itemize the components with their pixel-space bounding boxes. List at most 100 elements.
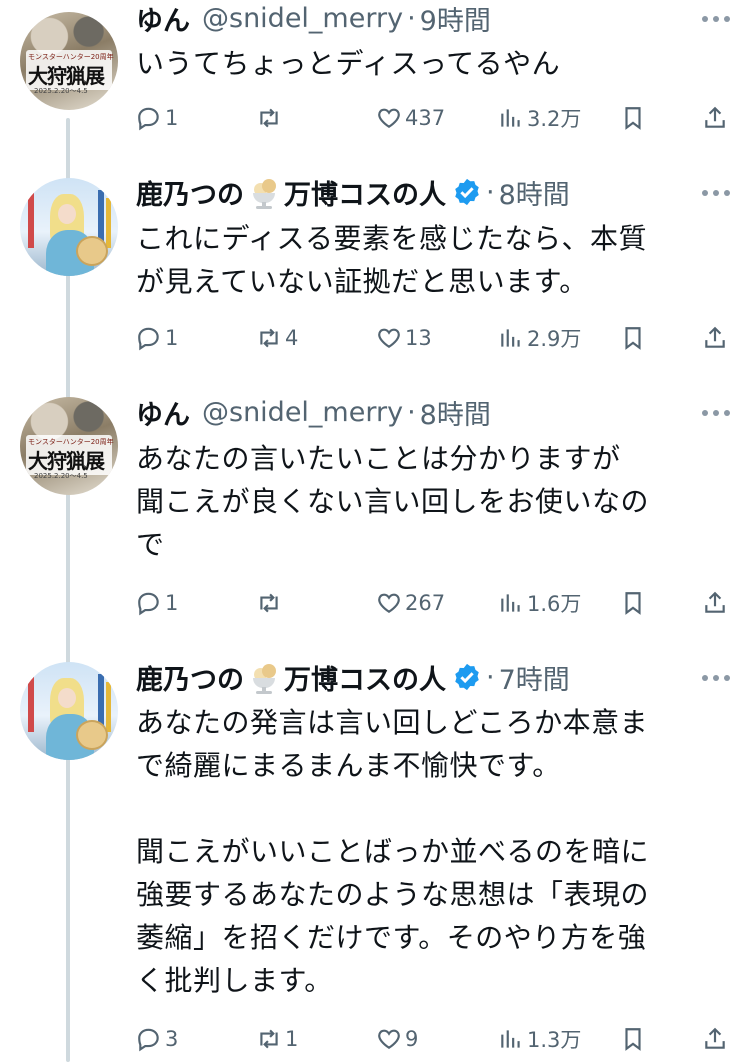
retweet-button[interactable]: 4 (256, 321, 298, 355)
retweet-icon (260, 108, 278, 128)
heart-icon (378, 1029, 400, 1049)
bookmark-icon (625, 592, 641, 615)
heart-icon (378, 593, 400, 613)
reply-button[interactable]: 1 (136, 586, 178, 620)
timestamp[interactable]: 8時間 (420, 393, 491, 432)
view-count: 3.2万 (527, 107, 582, 131)
bookmark-icon (625, 1028, 641, 1051)
flag-pole (28, 188, 34, 248)
tweet-text: あなたの発言は言い回しどころか本意ま で綺麗にまるまんま不愉快です。 聞こえがい… (136, 706, 650, 997)
timestamp[interactable]: 7時間 (499, 658, 570, 697)
avatar[interactable] (20, 178, 118, 276)
tweet-actions: 1 437 3.2万 (0, 101, 750, 135)
tweet-actions: 3 1 9 1.3万 (0, 1022, 750, 1056)
retweet-button[interactable] (256, 101, 285, 135)
reply-icon (138, 1028, 159, 1052)
more-options-icon[interactable] (702, 675, 730, 683)
like-button[interactable]: 13 (376, 321, 432, 355)
retweet-count: 4 (285, 326, 299, 350)
timestamp[interactable]: 9時間 (420, 0, 491, 38)
like-button[interactable]: 267 (376, 586, 445, 620)
share-button[interactable] (702, 101, 728, 135)
views-button[interactable]: 1.3万 (498, 1022, 581, 1056)
tweet-header: 鹿乃つの 万博コスの人 · 7時間 (136, 657, 570, 697)
ice-cream-sundae-icon (247, 175, 281, 209)
display-name-suffix[interactable]: 万博コスの人 (284, 173, 446, 212)
reply-count: 1 (165, 106, 179, 130)
avatar[interactable]: モンスターハンター20周年 大狩猟展 2025.2.20〜4.5 (20, 12, 118, 110)
verified-badge-icon (455, 663, 479, 691)
retweet-icon (260, 593, 278, 613)
avatar-face (58, 688, 76, 708)
avatar[interactable]: モンスターハンター20周年 大狩猟展 2025.2.20〜4.5 (20, 397, 118, 495)
more-options-icon[interactable] (702, 16, 730, 24)
views-button[interactable]: 1.6万 (498, 586, 581, 620)
bookmark-button[interactable] (620, 321, 646, 355)
tweet-actions: 1 267 1.6万 (0, 586, 750, 620)
display-name-suffix[interactable]: 万博コスの人 (284, 658, 446, 697)
display-name[interactable]: 鹿乃つの (136, 173, 244, 212)
reply-count: 1 (165, 326, 179, 350)
retweet-button[interactable]: 1 (256, 1022, 298, 1056)
heart-icon (378, 328, 400, 348)
bookmark-button[interactable] (620, 586, 646, 620)
avatar-face (58, 204, 76, 224)
separator-dot: · (486, 176, 495, 208)
views-button[interactable]: 2.9万 (498, 321, 581, 355)
bookmark-button[interactable] (620, 101, 646, 135)
bookmark-icon (625, 327, 641, 350)
user-handle[interactable]: @snidel_merry (202, 3, 403, 34)
reply-icon (138, 592, 159, 616)
like-count: 9 (405, 1027, 419, 1051)
like-button[interactable]: 437 (376, 101, 445, 135)
reply-icon (138, 107, 159, 131)
separator-dot: · (407, 396, 416, 428)
retweet-button[interactable] (256, 586, 285, 620)
reply-button[interactable]: 1 (136, 101, 178, 135)
heart-icon (378, 108, 400, 128)
display-name[interactable]: 鹿乃つの (136, 658, 244, 697)
reply-button[interactable]: 3 (136, 1022, 178, 1056)
reply-count: 1 (165, 591, 179, 615)
tweet-header: ゆん @snidel_merry · 9時間 (136, 0, 491, 38)
reply-count: 3 (165, 1027, 179, 1051)
more-options-icon[interactable] (702, 190, 730, 198)
bookmark-button[interactable] (620, 1022, 646, 1056)
analytics-icon (501, 109, 520, 127)
tweet-actions: 1 4 13 2.9万 (0, 321, 750, 355)
tweet-header: ゆん @snidel_merry · 8時間 (136, 392, 491, 432)
like-count: 267 (405, 591, 446, 615)
avatar-title: 大狩猟展 (28, 64, 105, 88)
more-options-icon[interactable] (702, 410, 730, 418)
avatar[interactable] (20, 662, 118, 760)
views-button[interactable]: 3.2万 (498, 101, 581, 135)
analytics-icon (501, 329, 520, 347)
analytics-icon (501, 1030, 520, 1048)
display-name[interactable]: ゆん (136, 393, 190, 432)
tweet-text: これにディスる要素を感じたなら、本質 が見えていない証拠だと思います。 (136, 222, 648, 298)
bookmark-icon (625, 107, 641, 130)
separator-dot: · (486, 661, 495, 693)
avatar-date: 2025.2.20〜4.5 (34, 87, 88, 95)
reply-button[interactable]: 1 (136, 321, 178, 355)
share-button[interactable] (702, 321, 728, 355)
share-button[interactable] (702, 586, 728, 620)
verified-badge-icon (455, 178, 479, 206)
view-count: 2.9万 (527, 327, 582, 351)
tweet-text: あなたの言いたいことは分かりますが 聞こえが良くない言い回しをお使いなの で (136, 442, 650, 561)
display-name[interactable]: ゆん (136, 0, 190, 38)
like-button[interactable]: 9 (376, 1022, 418, 1056)
share-icon (705, 106, 725, 128)
timestamp[interactable]: 8時間 (499, 173, 570, 212)
share-button[interactable] (702, 1022, 728, 1056)
reply-icon (138, 327, 159, 351)
avatar-prop (76, 236, 108, 266)
view-count: 1.6万 (527, 592, 582, 616)
view-count: 1.3万 (527, 1028, 582, 1052)
share-icon (705, 326, 725, 348)
tweet-header: 鹿乃つの 万博コスの人 · 8時間 (136, 172, 570, 212)
like-count: 13 (405, 326, 432, 350)
user-handle[interactable]: @snidel_merry (202, 397, 403, 428)
flag-pole (106, 198, 111, 248)
share-icon (705, 591, 725, 613)
